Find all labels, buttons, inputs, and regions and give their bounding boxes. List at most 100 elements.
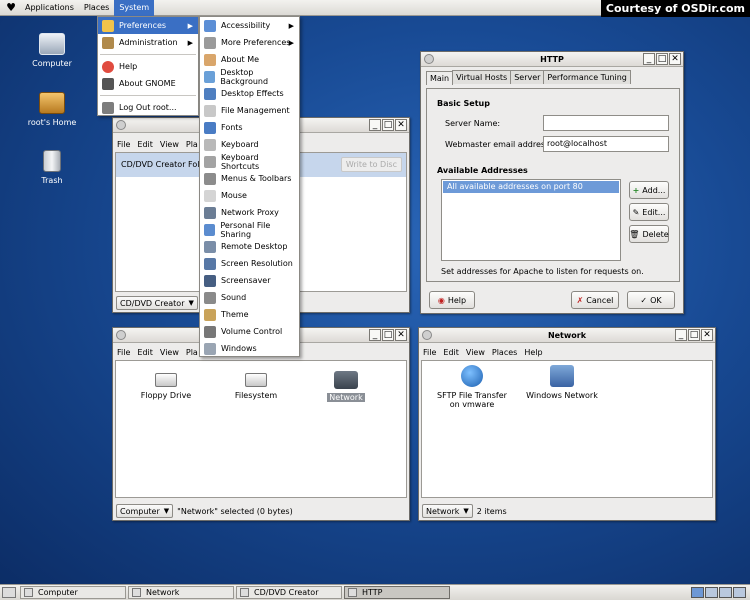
maximize-button[interactable]: □ xyxy=(656,53,668,65)
workspace-3[interactable] xyxy=(719,587,732,598)
menu-edit[interactable]: Edit xyxy=(137,140,153,149)
close-button[interactable]: ✕ xyxy=(395,119,407,131)
taskbar-item-computer[interactable]: Computer xyxy=(20,586,126,599)
menu-item-keyboard[interactable]: Keyboard xyxy=(200,136,299,153)
write-to-disc-button[interactable]: Write to Disc xyxy=(340,157,402,172)
ok-button[interactable]: ✓ OK xyxy=(627,291,675,309)
menu-places[interactable]: Places xyxy=(492,348,517,357)
location-combo[interactable]: Network ▼ xyxy=(422,504,473,518)
windows-network-item[interactable]: Windows Network xyxy=(522,365,602,400)
taskbar-item-http[interactable]: HTTP xyxy=(344,586,450,599)
workspace-switcher[interactable] xyxy=(690,587,746,598)
add-button[interactable]: + Add... xyxy=(629,181,669,199)
location-combo[interactable]: Computer ▼ xyxy=(116,504,174,518)
menu-file[interactable]: File xyxy=(117,140,130,149)
menu-item-fonts[interactable]: Fonts xyxy=(200,119,299,136)
places-menu[interactable]: Places xyxy=(79,0,114,16)
tab-main[interactable]: Main xyxy=(426,71,454,85)
delete-button[interactable]: 🗑 Delete xyxy=(629,225,669,243)
window-titlebar[interactable]: HTTP _ □ ✕ xyxy=(421,52,683,67)
show-desktop-icon[interactable] xyxy=(2,587,16,598)
menu-help[interactable]: Help xyxy=(524,348,542,357)
system-menu[interactable]: System xyxy=(114,0,155,16)
floppy-drive-item[interactable]: Floppy Drive xyxy=(126,373,206,400)
menu-places[interactable]: Pla xyxy=(186,140,198,149)
network-window: Network _ □ ✕ File Edit View Places Help… xyxy=(418,327,716,521)
menu-item-help[interactable]: Help xyxy=(98,58,198,75)
workspace-2[interactable] xyxy=(705,587,718,598)
network-item[interactable]: Network xyxy=(306,371,386,402)
menu-item-administration[interactable]: Administration ▶ xyxy=(98,34,198,51)
menu-item-keyboard-shortcuts[interactable]: Keyboard Shortcuts xyxy=(200,153,299,171)
webmaster-email-input[interactable]: root@localhost xyxy=(543,136,669,152)
menu-file[interactable]: File xyxy=(423,348,436,357)
server-name-input[interactable] xyxy=(543,115,669,131)
menu-item-about-me[interactable]: About Me xyxy=(200,51,299,68)
menu-item-accessibility[interactable]: Accessibility ▶ xyxy=(200,17,299,34)
tab-performance-tuning[interactable]: Performance Tuning xyxy=(543,70,631,84)
applications-menu[interactable]: Applications xyxy=(20,0,79,16)
file-view[interactable]: SFTP File Transfer on vmware Windows Net… xyxy=(421,360,713,498)
menu-item-file-management[interactable]: File Management xyxy=(200,102,299,119)
menu-item-mouse[interactable]: Mouse xyxy=(200,187,299,204)
menu-item-log-out[interactable]: Log Out root... xyxy=(98,99,198,116)
desktop-icon-home[interactable]: root's Home xyxy=(22,92,82,127)
menu-edit[interactable]: Edit xyxy=(443,348,459,357)
menu-item-desktop-background[interactable]: Desktop Background xyxy=(200,68,299,86)
menu-item-windows[interactable]: Windows xyxy=(200,340,299,357)
menu-places[interactable]: Pla xyxy=(186,348,198,357)
tab-virtual-hosts[interactable]: Virtual Hosts xyxy=(452,70,512,84)
menu-item-sound[interactable]: Sound xyxy=(200,289,299,306)
minimize-button[interactable]: _ xyxy=(643,53,655,65)
list-item[interactable]: All available addresses on port 80 xyxy=(443,181,619,193)
maximize-button[interactable]: □ xyxy=(382,329,394,341)
close-button[interactable]: ✕ xyxy=(395,329,407,341)
location-combo[interactable]: CD/DVD Creator ▼ xyxy=(116,296,198,310)
menu-item-volume-control[interactable]: Volume Control xyxy=(200,323,299,340)
menu-item-menus-toolbars[interactable]: Menus & Toolbars xyxy=(200,170,299,187)
menu-item-theme[interactable]: Theme xyxy=(200,306,299,323)
maximize-button[interactable]: □ xyxy=(382,119,394,131)
taskbar-item-cddvd-creator[interactable]: CD/DVD Creator xyxy=(236,586,342,599)
menu-item-preferences[interactable]: Preferences ▶ xyxy=(98,17,198,34)
menu-item-more-preferences[interactable]: More Preferences ▶ xyxy=(200,34,299,51)
menu-view[interactable]: View xyxy=(160,140,179,149)
menu-file[interactable]: File xyxy=(117,348,130,357)
window-menu-icon[interactable] xyxy=(116,120,126,130)
minimize-button[interactable]: _ xyxy=(369,329,381,341)
menu-view[interactable]: View xyxy=(160,348,179,357)
file-view[interactable]: Floppy Drive Filesystem Network xyxy=(115,360,407,498)
minimize-button[interactable]: _ xyxy=(369,119,381,131)
menu-item-screen-resolution[interactable]: Screen Resolution xyxy=(200,255,299,272)
menu-item-remote-desktop[interactable]: Remote Desktop xyxy=(200,238,299,255)
menu-view[interactable]: View xyxy=(466,348,485,357)
menu-item-network-proxy[interactable]: Network Proxy xyxy=(200,204,299,221)
menu-item-screensaver[interactable]: Screensaver xyxy=(200,272,299,289)
gnome-foot-icon[interactable]: ♥ xyxy=(4,1,18,15)
edit-button[interactable]: ✎ Edit... xyxy=(629,203,669,221)
window-menu-icon[interactable] xyxy=(422,330,432,340)
tab-server[interactable]: Server xyxy=(510,70,545,84)
cancel-button[interactable]: ✗ Cancel xyxy=(571,291,619,309)
taskbar-item-network[interactable]: Network xyxy=(128,586,234,599)
desktop-icon-computer[interactable]: Computer xyxy=(22,33,82,68)
help-button[interactable]: ◉ Help xyxy=(429,291,475,309)
sftp-item[interactable]: SFTP File Transfer on vmware xyxy=(432,365,512,409)
window-menu-icon[interactable] xyxy=(424,54,434,64)
address-list[interactable]: All available addresses on port 80 xyxy=(441,179,621,261)
menu-edit[interactable]: Edit xyxy=(137,348,153,357)
close-button[interactable]: ✕ xyxy=(701,329,713,341)
menu-item-desktop-effects[interactable]: Desktop Effects xyxy=(200,85,299,102)
close-button[interactable]: ✕ xyxy=(669,53,681,65)
windows-icon xyxy=(204,342,216,355)
menu-item-personal-file-sharing[interactable]: Personal File Sharing xyxy=(200,221,299,239)
desktop-icon-trash[interactable]: Trash xyxy=(22,150,82,185)
workspace-4[interactable] xyxy=(733,587,746,598)
window-titlebar[interactable]: Network _ □ ✕ xyxy=(419,328,715,343)
menu-item-about-gnome[interactable]: About GNOME xyxy=(98,75,198,92)
workspace-1[interactable] xyxy=(691,587,704,598)
maximize-button[interactable]: □ xyxy=(688,329,700,341)
filesystem-item[interactable]: Filesystem xyxy=(216,373,296,400)
minimize-button[interactable]: _ xyxy=(675,329,687,341)
window-menu-icon[interactable] xyxy=(116,330,126,340)
